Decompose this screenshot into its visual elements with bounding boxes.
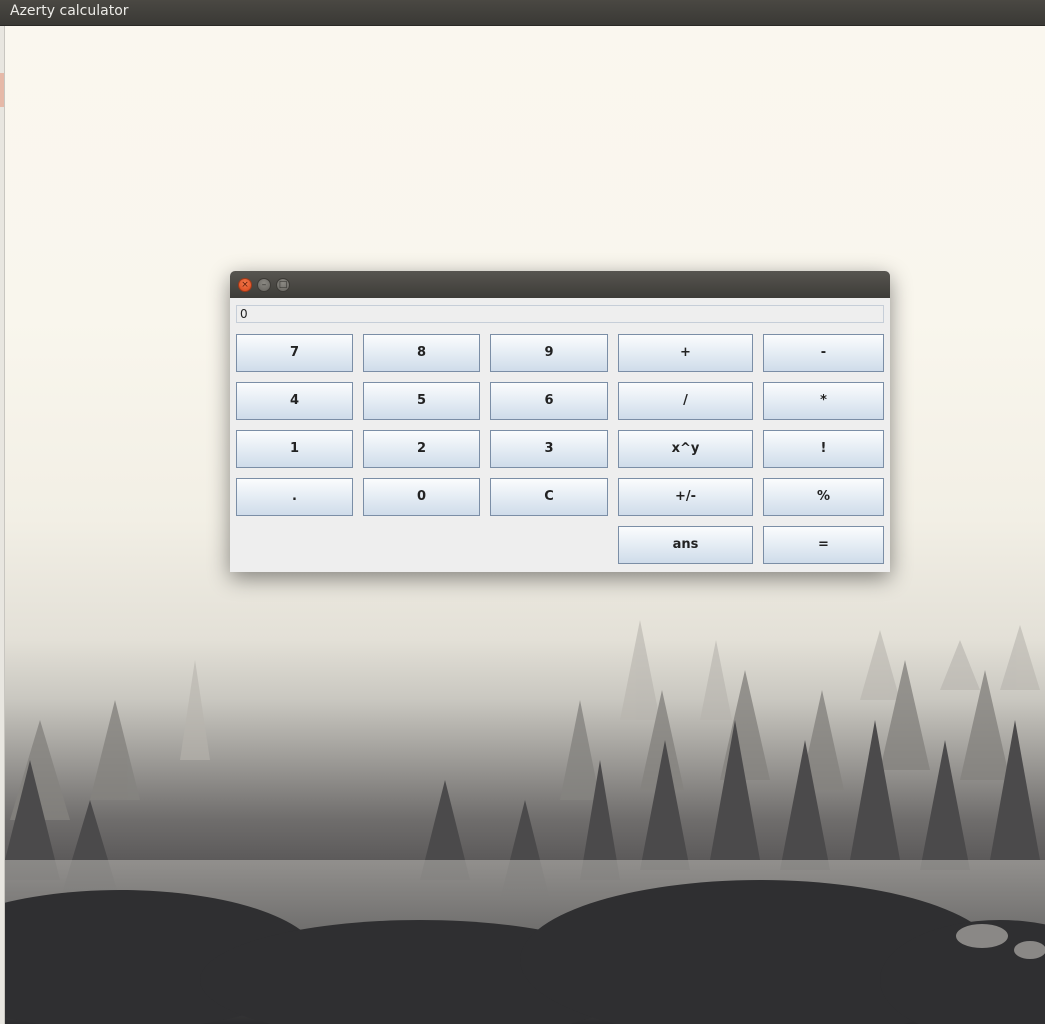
decimal-point-button[interactable]: . — [236, 478, 353, 516]
divide-button[interactable]: / — [618, 382, 753, 420]
left-panel-marker — [0, 73, 4, 107]
key-5-button[interactable]: 5 — [363, 382, 480, 420]
key-8-button[interactable]: 8 — [363, 334, 480, 372]
key-2-button[interactable]: 2 — [363, 430, 480, 468]
desktop-background: Azerty calculator × – □ 0 7 8 9 + - 4 5 … — [0, 0, 1045, 1024]
key-9-button[interactable]: 9 — [490, 334, 608, 372]
key-1-button[interactable]: 1 — [236, 430, 353, 468]
calculator-display[interactable]: 0 — [236, 305, 884, 323]
key-4-button[interactable]: 4 — [236, 382, 353, 420]
maximize-window-button[interactable]: □ — [276, 278, 290, 292]
equals-button[interactable]: = — [763, 526, 884, 564]
active-app-title: Azerty calculator — [10, 3, 129, 19]
minus-button[interactable]: - — [763, 334, 884, 372]
left-panel-edge — [0, 25, 5, 1024]
close-window-button[interactable]: × — [238, 278, 252, 292]
power-button[interactable]: x^y — [618, 430, 753, 468]
key-0-button[interactable]: 0 — [363, 478, 480, 516]
percent-button[interactable]: % — [763, 478, 884, 516]
clear-button[interactable]: C — [490, 478, 608, 516]
minimize-window-button[interactable]: – — [257, 278, 271, 292]
plus-button[interactable]: + — [618, 334, 753, 372]
multiply-button[interactable]: * — [763, 382, 884, 420]
calculator-window: × – □ 0 7 8 9 + - 4 5 6 / * 1 2 3 x^y ! … — [230, 271, 890, 572]
key-3-button[interactable]: 3 — [490, 430, 608, 468]
negate-button[interactable]: +/- — [618, 478, 753, 516]
window-titlebar[interactable]: × – □ — [230, 271, 890, 298]
key-6-button[interactable]: 6 — [490, 382, 608, 420]
ans-button[interactable]: ans — [618, 526, 753, 564]
top-panel: Azerty calculator — [0, 0, 1045, 26]
factorial-button[interactable]: ! — [763, 430, 884, 468]
key-7-button[interactable]: 7 — [236, 334, 353, 372]
